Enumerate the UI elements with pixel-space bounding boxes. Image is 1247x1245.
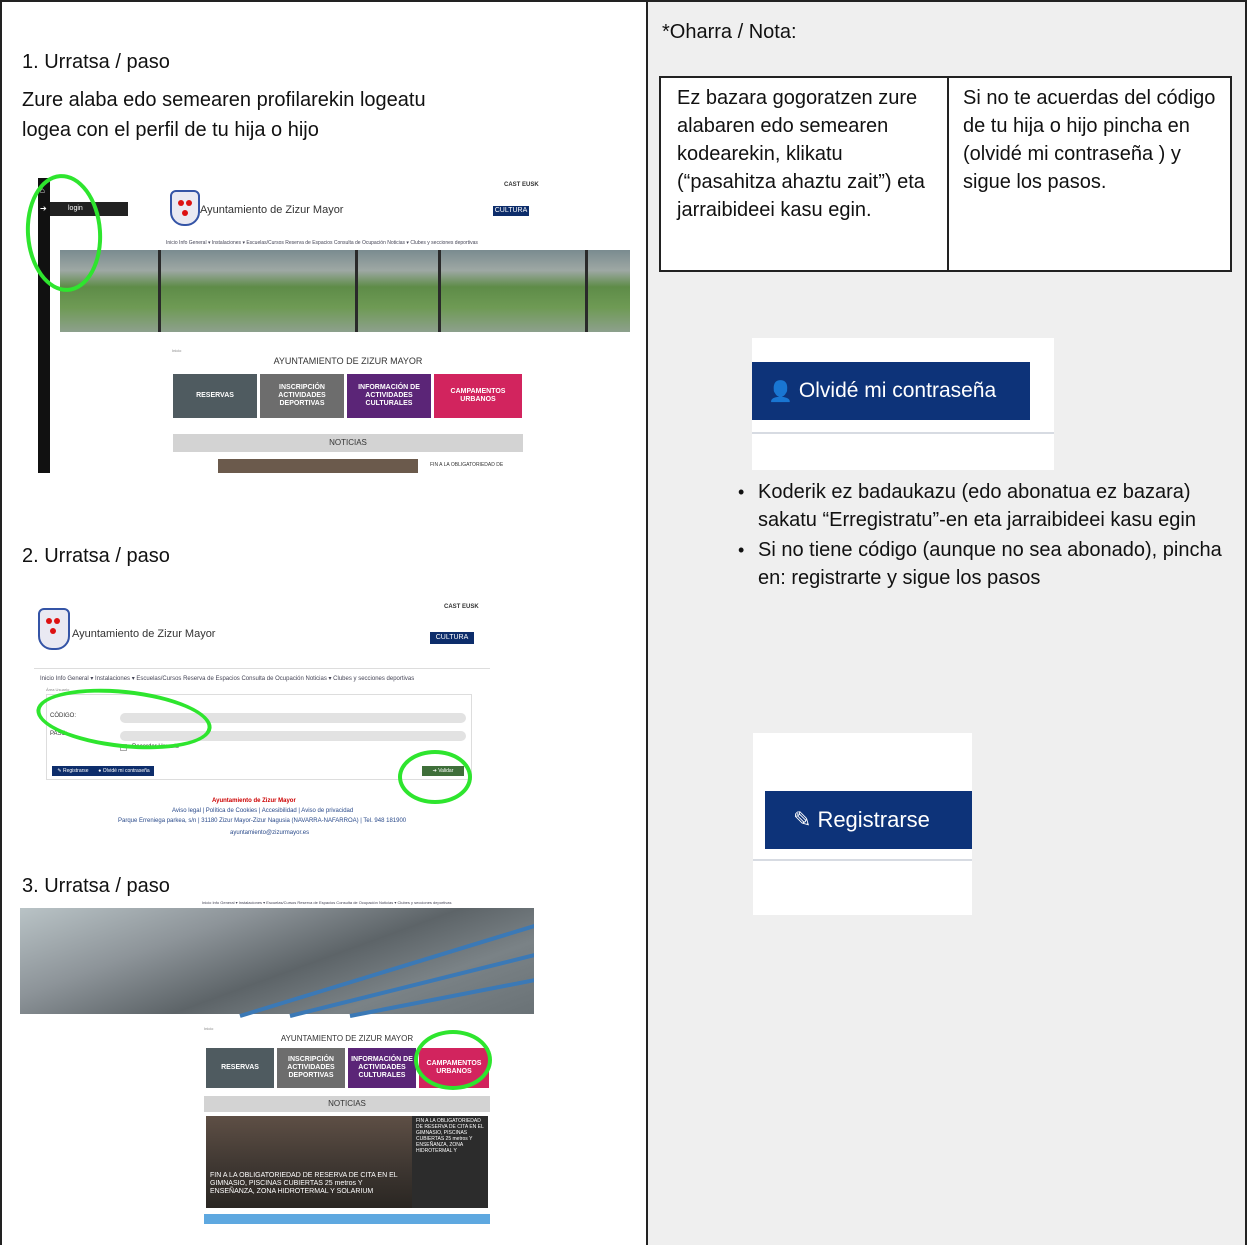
tile-informacion-cultural[interactable]: INFORMACIÓN DE ACTIVIDADES CULTURALES: [348, 1048, 416, 1088]
main-nav[interactable]: Inicio Info General ▾ Instalaciones ▾ Es…: [40, 675, 414, 682]
bullet-eu: Koderik ez badaukazu (edo abonatua ez ba…: [700, 478, 1236, 534]
footer-title: Ayuntamiento de Zizur Mayor: [212, 798, 296, 804]
highlight-circle-validate: [398, 750, 472, 804]
breadcrumb[interactable]: Inicio: [172, 348, 181, 353]
register-image: ✎ Registrarse: [753, 733, 972, 915]
edit-icon: ✎: [793, 807, 812, 832]
register-button[interactable]: ✎ Registrarse: [765, 791, 972, 849]
step1-screenshot: ⌂ login ➔ Ayuntamiento de Zizur Mayor CA…: [38, 178, 630, 473]
news-side-text[interactable]: FIN A LA OBLIGATORIEDAD DE: [430, 462, 503, 468]
footer-links[interactable]: Aviso legal | Política de Cookies | Acce…: [172, 808, 353, 814]
nav-divider: [34, 668, 490, 669]
tile-reservas[interactable]: RESERVAS: [173, 374, 257, 418]
language-switch[interactable]: CAST EUSK: [504, 182, 539, 188]
hero-image-track: [20, 908, 534, 1014]
tile-informacion-cultural[interactable]: INFORMACIÓN DE ACTIVIDADES CULTURALES: [347, 374, 431, 418]
window-frames: [158, 250, 358, 332]
table-border-top: [0, 0, 1247, 2]
highlight-circle-campamentos: [414, 1030, 492, 1090]
step1-instruction-es: logea con el perfil de tu hija o hijo: [22, 119, 319, 141]
user-icon: ●: [98, 768, 102, 774]
divider-line: [752, 432, 1054, 434]
step1-title: 1. Urratsa / paso: [22, 51, 170, 73]
cultura-button[interactable]: CULTURA: [430, 632, 474, 644]
nota-eu: Ez bazara gogoratzen zure alabaren edo s…: [677, 87, 925, 221]
table-column-divider: [646, 0, 648, 1245]
tile-campamentos[interactable]: CAMPAMENTOS URBANOS: [434, 374, 522, 418]
noticias-header: NOTICIAS: [204, 1096, 490, 1112]
nota-table: Ez bazara gogoratzen zure alabaren edo s…: [659, 76, 1232, 272]
coat-of-arms-logo: [170, 190, 200, 226]
news-caption[interactable]: FIN A LA OBLIGATORIEDAD DE RESERVA DE CI…: [210, 1172, 406, 1196]
step1-instruction-eu: Zure alaba edo semearen profilarekin log…: [22, 89, 426, 111]
blue-strip: [204, 1214, 490, 1224]
main-nav[interactable]: Inicio Info General ▾ Instalaciones ▾ Es…: [202, 900, 451, 905]
section-heading: AYUNTAMIENTO DE ZIZUR MAYOR: [273, 356, 423, 366]
forgot-password-button[interactable]: 👤 Olvidé mi contraseña: [752, 362, 1030, 420]
window-frames: [438, 250, 588, 332]
cultura-button[interactable]: CULTURA: [493, 206, 529, 216]
user-icon: 👤: [768, 380, 793, 403]
tile-inscripcion[interactable]: INSCRIPCIÓN ACTIVIDADES DEPORTIVAS: [277, 1048, 345, 1088]
instruction-sheet: 1. Urratsa / paso Zure alaba edo semeare…: [0, 0, 1247, 1245]
registration-bullets: Koderik ez badaukazu (edo abonatua ez ba…: [700, 478, 1236, 594]
register-button-small[interactable]: ✎ Registrarse: [52, 766, 94, 776]
divider-line: [753, 859, 972, 861]
edit-icon: ✎: [57, 768, 62, 774]
breadcrumb[interactable]: Inicio: [204, 1026, 213, 1031]
news-side-text[interactable]: FIN A LA OBLIGATORIEDAD DE RESERVA DE CI…: [416, 1118, 486, 1154]
forgot-password-button-small[interactable]: ● Olvidé mi contraseña: [94, 766, 154, 776]
coat-of-arms-logo: [38, 608, 70, 650]
nota-title: *Oharra / Nota:: [662, 21, 797, 43]
site-name: Ayuntamiento de Zizur Mayor: [200, 204, 344, 216]
bullet-es: Si no tiene código (aunque no sea abonad…: [700, 536, 1236, 592]
site-name: Ayuntamiento de Zizur Mayor: [72, 628, 216, 640]
main-nav[interactable]: Inicio Info General ▾ Instalaciones ▾ Es…: [166, 240, 478, 246]
language-switch[interactable]: CAST EUSK: [444, 604, 479, 610]
nota-divider: [947, 78, 949, 270]
nota-es: Si no te acuerdas del código de tu hija …: [963, 87, 1216, 193]
table-border-left: [0, 0, 2, 1245]
forgot-password-image: 👤 Olvidé mi contraseña: [752, 338, 1054, 470]
tile-reservas[interactable]: RESERVAS: [206, 1048, 274, 1088]
news-thumbnail[interactable]: [218, 459, 418, 473]
footer-address: Parque Erreniega parkea, s/n | 31180 Ziz…: [118, 818, 407, 824]
footer-email[interactable]: ayuntamiento@zizurmayor.es: [230, 830, 309, 836]
noticias-header: NOTICIAS: [173, 434, 523, 452]
step2-title: 2. Urratsa / paso: [22, 545, 170, 567]
tile-inscripcion[interactable]: INSCRIPCIÓN ACTIVIDADES DEPORTIVAS: [260, 374, 344, 418]
